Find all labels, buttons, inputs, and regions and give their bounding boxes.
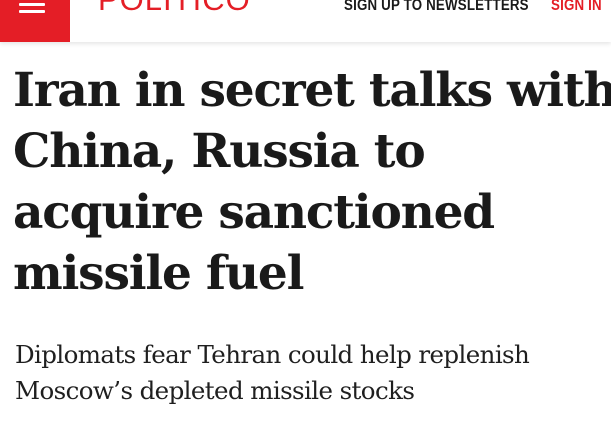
site-header: POLITICO SIGN UP TO NEWSLETTERS SIGN IN	[0, 0, 611, 42]
subheadline-line: Diplomats fear Tehran could help repleni…	[15, 340, 530, 369]
headline-line: Iran in secret talks with	[13, 63, 611, 118]
headline-line: missile fuel	[13, 246, 304, 301]
subheadline-line: Moscow’s depleted missile stocks	[15, 376, 415, 405]
article-headline: Iran in secret talks with China, Russia …	[13, 60, 611, 304]
sign-in-link[interactable]: SIGN IN	[551, 0, 602, 15]
menu-button[interactable]	[0, 0, 70, 42]
politico-logo[interactable]: POLITICO	[98, 0, 251, 15]
newsletter-signup-link[interactable]: SIGN UP TO NEWSLETTERS	[344, 0, 529, 15]
hamburger-menu-icon	[19, 1, 45, 23]
headline-line: acquire sanctioned	[13, 185, 495, 240]
article-subheadline: Diplomats fear Tehran could help repleni…	[15, 337, 605, 409]
headline-line: China, Russia to	[13, 124, 426, 179]
